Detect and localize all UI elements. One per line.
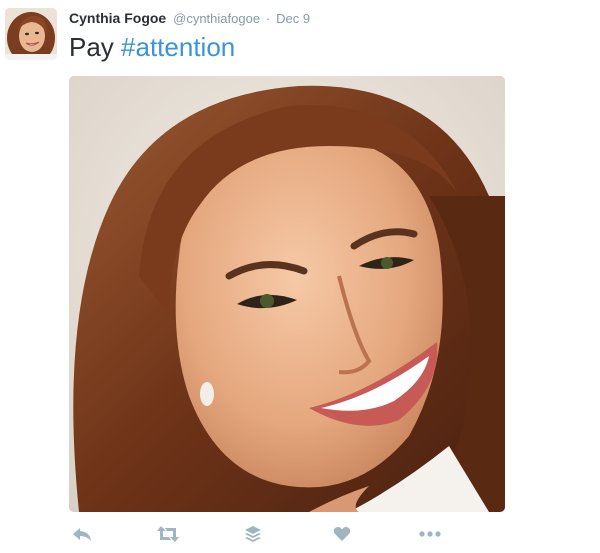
tweet-text: Pay #attention <box>69 31 235 63</box>
author-handle[interactable]: @cynthiafogoe <box>173 11 260 26</box>
more-icon <box>419 531 441 537</box>
reply-button[interactable] <box>69 522 95 546</box>
hashtag-link[interactable]: #attention <box>121 32 235 62</box>
tweet-actions <box>69 522 469 546</box>
tweet-media-photo[interactable] <box>69 76 505 512</box>
tweet-text-plain: Pay <box>69 32 122 62</box>
author-name[interactable]: Cynthia Fogoe <box>69 10 166 26</box>
tweet-timestamp[interactable]: Dec 9 <box>276 11 310 26</box>
meta-separator: · <box>265 11 271 26</box>
more-button[interactable] <box>417 522 443 546</box>
like-button[interactable] <box>329 522 355 546</box>
retweet-icon <box>156 526 180 542</box>
tweet: Cynthia Fogoe @cynthiafogoe · Dec 9 Pay … <box>0 0 600 553</box>
buffer-icon <box>244 525 262 543</box>
heart-icon <box>333 526 351 542</box>
tweet-header: Cynthia Fogoe @cynthiafogoe · Dec 9 <box>69 9 310 28</box>
retweet-button[interactable] <box>155 522 181 546</box>
reply-icon <box>72 526 92 542</box>
buffer-button[interactable] <box>240 522 266 546</box>
avatar[interactable] <box>5 8 57 60</box>
